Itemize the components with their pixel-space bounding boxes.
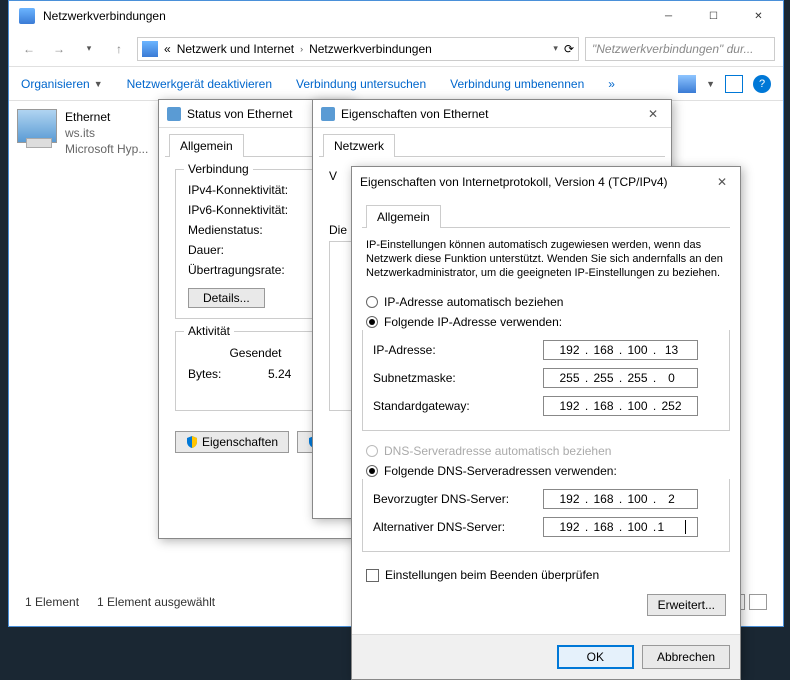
tcpipv4-properties-dialog: Eigenschaften von Internetprotokoll, Ver… (351, 166, 741, 680)
titlebar[interactable]: Netzwerkverbindungen ─ ☐ ✕ (9, 1, 783, 31)
rename-button[interactable]: Verbindung umbenennen (450, 77, 584, 91)
bytes-label: Bytes: (188, 367, 268, 381)
view-icon[interactable] (678, 75, 696, 93)
chevron-right-icon: › (300, 44, 303, 54)
description-text: IP-Einstellungen können automatisch zuge… (366, 238, 726, 280)
bytes-value: 5.24 (268, 367, 291, 381)
up-button[interactable]: ↑ (107, 37, 131, 61)
dialog-title: Eigenschaften von Ethernet (341, 107, 488, 121)
help-icon[interactable]: ? (753, 75, 771, 93)
command-bar: Organisieren▼ Netzwerkgerät deaktivieren… (9, 67, 783, 101)
media-label: Medienstatus: (188, 223, 323, 237)
radio-icon (366, 296, 378, 308)
preview-pane-icon[interactable] (725, 75, 743, 93)
location-icon (142, 41, 158, 57)
dialog-title: Status von Ethernet (187, 107, 292, 121)
window-title: Netzwerkverbindungen (43, 9, 646, 23)
ipv6-label: IPv6-Konnektivität: (188, 203, 323, 217)
shield-icon (186, 436, 198, 448)
back-button[interactable]: ← (17, 37, 41, 61)
organize-menu[interactable]: Organisieren▼ (21, 77, 103, 91)
selection-count: 1 Element ausgewählt (97, 595, 215, 609)
dialog-titlebar[interactable]: Eigenschaften von Ethernet ✕ (313, 100, 671, 128)
item-count: 1 Element (25, 595, 79, 609)
duration-label: Dauer: (188, 243, 323, 257)
dns2-label: Alternativer DNS-Server: (373, 520, 543, 534)
icons-view-icon[interactable] (749, 594, 767, 610)
view-dropdown-icon[interactable]: ▼ (706, 79, 715, 89)
breadcrumb-item[interactable]: Netzwerk und Internet (177, 42, 294, 56)
forward-button[interactable]: → (47, 37, 71, 61)
ok-button[interactable]: OK (557, 645, 634, 669)
breadcrumb-item[interactable]: Netzwerkverbindungen (309, 42, 432, 56)
dialog-titlebar[interactable]: Eigenschaften von Internetprotokoll, Ver… (352, 167, 740, 197)
app-icon (19, 8, 35, 24)
diagnose-button[interactable]: Verbindung untersuchen (296, 77, 426, 91)
radio-manual-dns[interactable]: Folgende DNS-Serveradressen verwenden: (362, 461, 730, 481)
close-icon[interactable]: ✕ (643, 107, 663, 121)
ip-address-input[interactable]: 192.168.100.13 (543, 340, 698, 360)
properties-button[interactable]: Eigenschaften (175, 431, 289, 453)
speed-label: Übertragungsrate: (188, 263, 323, 277)
ip-address-label: IP-Adresse: (373, 343, 543, 357)
dns1-label: Bevorzugter DNS-Server: (373, 492, 543, 506)
radio-auto-dns: DNS-Serveradresse automatisch beziehen (362, 441, 730, 461)
adapter-device: Microsoft Hyp... (65, 141, 148, 157)
radio-manual-ip[interactable]: Folgende IP-Adresse verwenden: (362, 312, 730, 332)
ipv4-label: IPv4-Konnektivität: (188, 183, 323, 197)
group-title: Aktivität (184, 324, 234, 338)
nav-bar: ← → ▾ ↑ « Netzwerk und Internet › Netzwe… (9, 31, 783, 67)
minimize-button[interactable]: ─ (646, 2, 691, 31)
validate-checkbox-row[interactable]: Einstellungen beim Beenden überprüfen (362, 562, 730, 588)
more-commands[interactable]: » (608, 77, 615, 91)
radio-auto-ip[interactable]: IP-Adresse automatisch beziehen (362, 292, 730, 312)
search-input[interactable]: "Netzwerkverbindungen" dur... (585, 37, 775, 61)
adapter-network: ws.its (65, 125, 148, 141)
dns2-input[interactable]: 192.168.100.1 (543, 517, 698, 537)
maximize-button[interactable]: ☐ (691, 2, 736, 31)
radio-icon (366, 316, 378, 328)
adapter-icon (17, 109, 57, 143)
gateway-label: Standardgateway: (373, 399, 543, 413)
subnet-label: Subnetzmaske: (373, 371, 543, 385)
tab-network[interactable]: Netzwerk (323, 134, 395, 157)
dialog-buttons: OK Abbrechen (352, 634, 740, 679)
cancel-button[interactable]: Abbrechen (642, 645, 730, 669)
history-dropdown[interactable]: ▾ (77, 37, 101, 61)
refresh-button[interactable]: ⟳ (564, 42, 574, 56)
dns-fields-group: Bevorzugter DNS-Server: 192.168.100.2 Al… (362, 479, 730, 552)
dialog-title: Eigenschaften von Internetprotokoll, Ver… (360, 175, 668, 189)
network-icon (167, 107, 181, 121)
breadcrumb-prefix: « (164, 42, 171, 56)
checkbox-icon (366, 569, 379, 582)
ip-fields-group: IP-Adresse: 192.168.100.13 Subnetzmaske:… (362, 330, 730, 431)
subnet-input[interactable]: 255.255.255.0 (543, 368, 698, 388)
radio-icon (366, 445, 378, 457)
radio-icon (366, 465, 378, 477)
adapter-name: Ethernet (65, 109, 148, 125)
group-title: Verbindung (184, 162, 253, 176)
address-bar[interactable]: « Netzwerk und Internet › Netzwerkverbin… (137, 37, 579, 61)
address-dropdown[interactable]: ▾ (553, 43, 558, 54)
network-icon (321, 107, 335, 121)
details-button[interactable]: Details... (188, 288, 265, 308)
close-icon[interactable]: ✕ (712, 175, 732, 189)
tab-general[interactable]: Allgemein (169, 134, 244, 157)
advanced-button[interactable]: Erweitert... (647, 594, 726, 616)
dns1-input[interactable]: 192.168.100.2 (543, 489, 698, 509)
gateway-input[interactable]: 192.168.100.252 (543, 396, 698, 416)
tab-general[interactable]: Allgemein (366, 205, 441, 228)
search-placeholder: "Netzwerkverbindungen" dur... (592, 42, 754, 56)
sent-label: Gesendet (188, 342, 323, 364)
close-button[interactable]: ✕ (736, 2, 781, 31)
disable-device-button[interactable]: Netzwerkgerät deaktivieren (127, 77, 272, 91)
